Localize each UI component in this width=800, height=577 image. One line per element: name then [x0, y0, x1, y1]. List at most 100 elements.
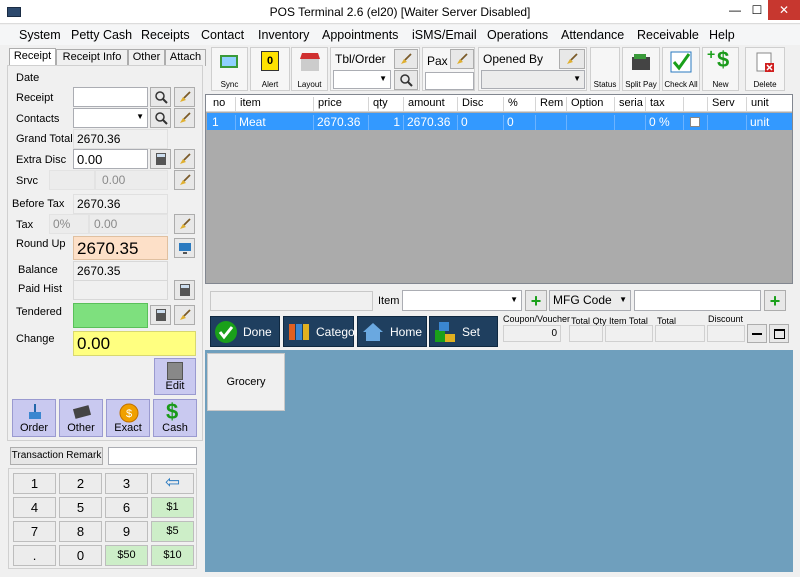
menu-receivable[interactable]: Receivable — [637, 28, 699, 42]
other-button[interactable]: Other — [59, 399, 103, 437]
check-all-button[interactable]: Check All — [662, 47, 700, 91]
tendered-clear-button[interactable] — [174, 305, 195, 325]
mfg-code-input[interactable] — [634, 290, 761, 311]
tax-clear-button[interactable] — [174, 214, 195, 234]
maximize-panel-button[interactable] — [769, 324, 789, 343]
status-button[interactable]: Status — [590, 47, 620, 91]
edit-button[interactable]: Edit — [154, 358, 196, 395]
key-8[interactable]: 8 — [59, 521, 102, 542]
tab-receipt-info[interactable]: Receipt Info — [56, 49, 128, 66]
menu-system[interactable]: System — [19, 28, 61, 42]
transaction-remark-input[interactable] — [108, 447, 197, 465]
paid-hist-calculator-button[interactable] — [174, 280, 195, 300]
key-1-dollar[interactable]: $1 — [151, 497, 194, 518]
menu-isms-email[interactable]: iSMS/Email — [412, 28, 477, 42]
col-pct[interactable]: % — [503, 97, 518, 112]
tbl-order-select[interactable]: ▼ — [333, 70, 391, 89]
set-button[interactable]: Set — [429, 316, 498, 347]
extra-disc-calculator-button[interactable] — [150, 149, 171, 169]
menu-inventory[interactable]: Inventory — [258, 28, 309, 42]
sync-button[interactable]: Sync — [211, 47, 248, 91]
delete-button[interactable]: Delete — [745, 47, 785, 91]
col-option[interactable]: Option — [566, 97, 603, 112]
contacts-clear-button[interactable] — [174, 108, 195, 128]
contacts-search-button[interactable] — [150, 108, 171, 128]
mfg-code-select[interactable]: MFG Code ▼ — [549, 290, 631, 311]
key-5[interactable]: 5 — [59, 497, 102, 518]
maximize-button[interactable]: ☐ — [744, 0, 770, 20]
add-mfg-button[interactable]: + — [764, 290, 786, 311]
receipt-search-button[interactable] — [150, 87, 171, 107]
new-button[interactable]: + $ New — [702, 46, 739, 91]
order-button[interactable]: Order — [12, 399, 56, 437]
tab-other[interactable]: Other — [128, 49, 165, 66]
col-serv[interactable]: Serv — [707, 97, 735, 112]
tbl-order-search-button[interactable] — [394, 70, 418, 90]
transaction-remark-button[interactable]: Transaction Remark — [10, 447, 103, 465]
col-serial[interactable]: seria — [614, 97, 643, 112]
receipt-input[interactable] — [73, 87, 148, 107]
contacts-select[interactable]: ▼ — [73, 108, 148, 128]
col-qty[interactable]: qty — [368, 97, 388, 112]
key-9[interactable]: 9 — [105, 521, 148, 542]
key-4[interactable]: 4 — [13, 497, 56, 518]
menu-petty-cash[interactable]: Petty Cash — [71, 28, 132, 42]
category-grocery[interactable]: Grocery — [207, 353, 285, 411]
split-pay-button[interactable]: Split Pay — [622, 47, 660, 91]
opened-by-clear-button[interactable] — [559, 49, 585, 69]
menu-appointments[interactable]: Appointments — [322, 28, 398, 42]
pax-input[interactable] — [425, 72, 474, 90]
key-50-dollar[interactable]: $50 — [105, 545, 148, 566]
col-amount[interactable]: amount — [403, 97, 445, 112]
extra-disc-input[interactable]: 0.00 — [73, 149, 148, 169]
extra-disc-clear-button[interactable] — [174, 149, 195, 169]
menu-attendance[interactable]: Attendance — [561, 28, 624, 42]
layout-button[interactable]: Layout — [291, 47, 328, 91]
home-button[interactable]: Home — [357, 316, 427, 347]
alert-button[interactable]: 0 Alert — [250, 47, 290, 91]
pax-clear-button[interactable] — [450, 49, 474, 69]
col-unit[interactable]: unit — [746, 97, 769, 112]
col-price[interactable]: price — [313, 97, 342, 112]
menu-receipts[interactable]: Receipts — [141, 28, 190, 42]
key-0[interactable]: 0 — [59, 545, 102, 566]
row-checkbox[interactable] — [690, 117, 700, 127]
key-1[interactable]: 1 — [13, 473, 56, 494]
total-value — [655, 325, 705, 342]
tbl-order-clear-button[interactable] — [394, 49, 418, 69]
opened-by-select[interactable]: ▼ — [481, 70, 585, 89]
col-no[interactable]: no — [209, 97, 225, 112]
key-dot[interactable]: . — [13, 545, 56, 566]
category-button[interactable]: Category — [283, 316, 365, 347]
key-6[interactable]: 6 — [105, 497, 148, 518]
add-item-button[interactable]: + — [525, 290, 547, 311]
key-2[interactable]: 2 — [59, 473, 102, 494]
done-button[interactable]: Done — [210, 316, 280, 347]
key-3[interactable]: 3 — [105, 473, 148, 494]
key-5-dollar[interactable]: $5 — [151, 521, 194, 542]
tendered-calculator-button[interactable] — [150, 305, 171, 325]
items-grid[interactable]: no item price qty amount Disc % Rem Opti… — [205, 94, 793, 284]
item-select[interactable]: ▼ — [402, 290, 522, 311]
backspace-key[interactable]: ⇦ — [151, 473, 194, 494]
cash-button[interactable]: $ Cash — [153, 399, 197, 437]
receipt-clear-button[interactable] — [174, 87, 195, 107]
menu-contact[interactable]: Contact — [201, 28, 244, 42]
menu-operations[interactable]: Operations — [487, 28, 548, 42]
close-button[interactable]: ✕ — [768, 0, 800, 20]
key-10-dollar[interactable]: $10 — [151, 545, 194, 566]
tendered-input[interactable] — [73, 303, 148, 328]
srvc-clear-button[interactable] — [174, 170, 195, 190]
col-tax[interactable]: tax — [645, 97, 665, 112]
col-disc[interactable]: Disc — [457, 97, 483, 112]
exact-button[interactable]: $ Exact — [106, 399, 150, 437]
table-row[interactable]: 1 Meat 2670.36 1 2670.36 0 0 0 % unit — [207, 113, 792, 130]
minimize-panel-button[interactable] — [747, 324, 767, 343]
col-check[interactable] — [683, 97, 707, 112]
tab-attach[interactable]: Attach — [165, 49, 206, 66]
col-item[interactable]: item — [235, 97, 261, 112]
menu-help[interactable]: Help — [709, 28, 735, 42]
col-rem[interactable]: Rem — [535, 97, 563, 112]
key-7[interactable]: 7 — [13, 521, 56, 542]
round-up-screen-button[interactable] — [174, 238, 195, 258]
